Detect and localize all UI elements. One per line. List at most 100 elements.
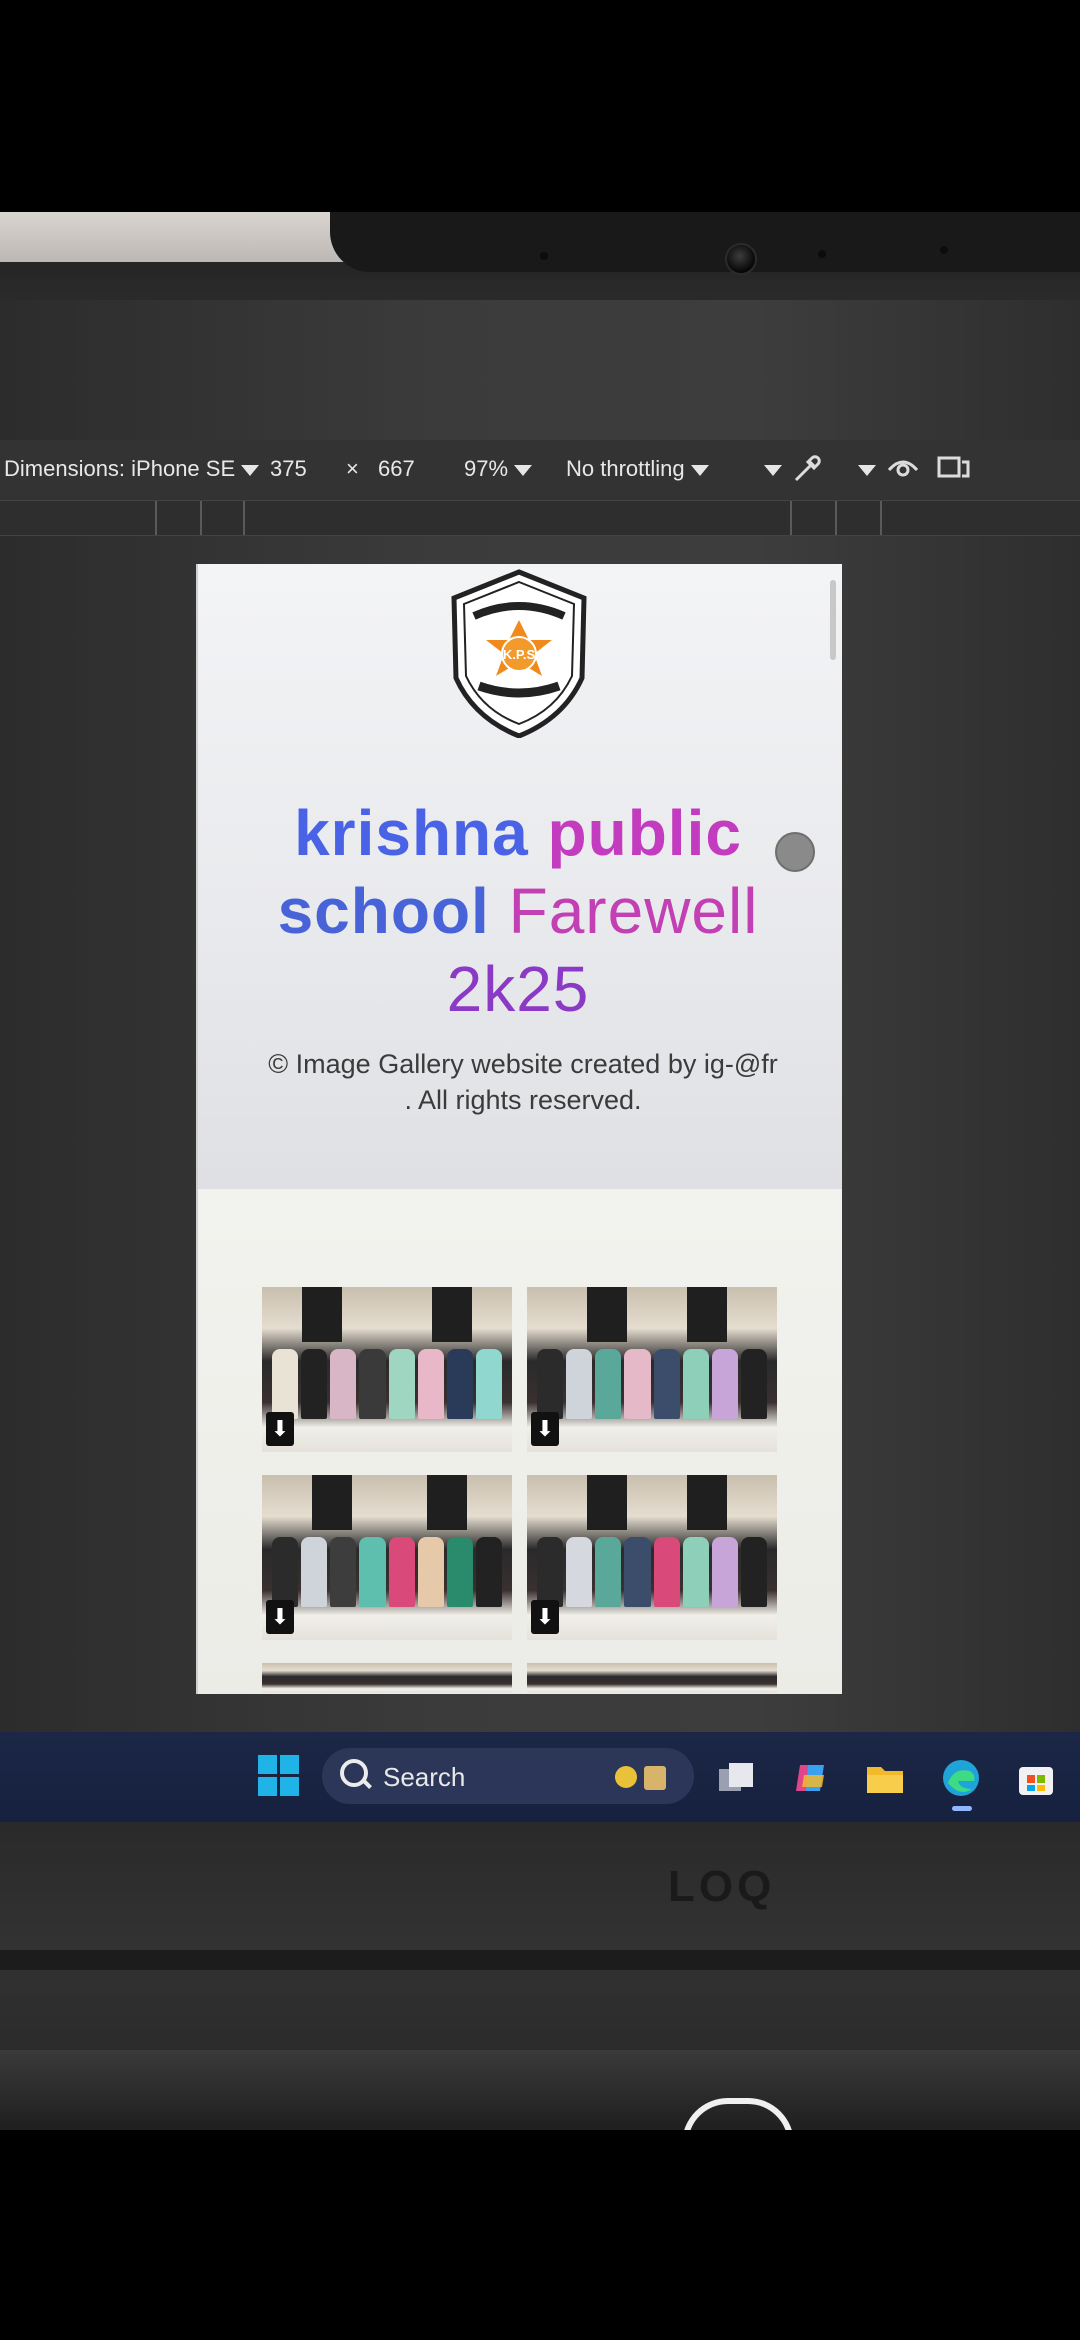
title-word: school [277, 875, 490, 947]
person [388, 1537, 415, 1607]
ruler-tick [880, 501, 882, 535]
edge-browser-icon[interactable] [940, 1757, 982, 1799]
start-tile [280, 1755, 299, 1774]
dimensions-dropdown[interactable]: Dimensions: iPhone SE [4, 456, 260, 482]
copyright-line: . All rights reserved. [404, 1085, 642, 1115]
width-input[interactable]: 375 [270, 456, 307, 482]
person [624, 1349, 651, 1419]
person [682, 1537, 709, 1607]
photo-frame: Dimensions: iPhone SE 375 × 667 97% No t… [0, 0, 1080, 2340]
person [330, 1349, 357, 1419]
person [653, 1349, 680, 1419]
letterbox-bottom [0, 2130, 1080, 2340]
ruler-tick [200, 501, 202, 535]
active-app-indicator [952, 1806, 972, 1811]
gallery-image[interactable]: ⬇ [527, 1475, 777, 1640]
stage-pillar [587, 1475, 627, 1530]
gallery-image[interactable] [527, 1663, 777, 1693]
chevron-down-icon [241, 464, 260, 476]
person [417, 1537, 444, 1607]
person [359, 1349, 386, 1419]
gallery-image[interactable] [262, 1663, 512, 1693]
logo-lettering: K.P.S [503, 647, 536, 662]
person [475, 1349, 502, 1419]
sensors-dropdown[interactable] [852, 456, 876, 482]
school-logo: K.P.S [451, 569, 587, 738]
gallery-image[interactable]: ⬇ [262, 1475, 512, 1640]
laptop-brand-logo: LOQ [668, 1862, 776, 1911]
person [595, 1349, 622, 1419]
zoom-dropdown[interactable]: 97% [464, 456, 533, 482]
stage-pillar [587, 1287, 627, 1342]
gallery-image[interactable]: ⬇ [527, 1287, 777, 1452]
zoom-label: 97% [464, 456, 509, 481]
download-icon[interactable]: ⬇ [531, 1600, 559, 1634]
person [711, 1537, 738, 1607]
throttling-label: No throttling [566, 456, 685, 481]
person [475, 1537, 502, 1607]
page-scrollbar[interactable] [830, 580, 836, 660]
task-view-icon[interactable] [715, 1757, 757, 1799]
search-highlight-icon [615, 1766, 666, 1790]
bezel-top-edge [330, 212, 1080, 272]
devtools-media-query-bar [0, 500, 1080, 536]
ruler-tick [790, 501, 792, 535]
stage-pillar [432, 1287, 472, 1342]
eye-icon[interactable] [886, 452, 920, 489]
chevron-down-icon [858, 464, 876, 476]
dimension-separator: × [346, 456, 359, 481]
download-icon[interactable]: ⬇ [531, 1412, 559, 1446]
title-word: krishna [294, 797, 529, 869]
more-options-dropdown[interactable] [758, 456, 782, 482]
person [537, 1537, 564, 1607]
start-tile [258, 1755, 277, 1774]
copyright-notice: © Image Gallery website created by ig-@f… [228, 1046, 818, 1118]
sensor-dot [818, 250, 826, 258]
person [388, 1349, 415, 1419]
stage-pillar [312, 1475, 352, 1530]
stage-pillar [427, 1475, 467, 1530]
download-icon[interactable]: ⬇ [266, 1412, 294, 1446]
photo-background [262, 1663, 512, 1693]
copyright-line: © Image Gallery website created by ig-@f… [268, 1049, 778, 1079]
search-label: Search [383, 1762, 466, 1792]
person [417, 1349, 444, 1419]
rotate-device-icon[interactable] [936, 452, 972, 489]
ruler-tick [243, 501, 245, 535]
start-tile [258, 1777, 277, 1796]
cursor-touch-indicator [775, 832, 815, 872]
microsoft-store-icon[interactable] [1015, 1757, 1057, 1799]
page-title: krishna public school Farewell 2k25 [238, 794, 798, 1028]
windows-start-icon[interactable] [258, 1755, 300, 1797]
person [301, 1349, 328, 1419]
search-icon [340, 1759, 368, 1787]
letterbox-top [0, 0, 1080, 212]
file-explorer-icon[interactable] [864, 1757, 906, 1799]
person [301, 1537, 328, 1607]
person [272, 1537, 299, 1607]
person [566, 1537, 593, 1607]
eyedropper-icon[interactable] [790, 452, 824, 493]
group-of-people [272, 1349, 502, 1419]
page-header: K.P.S krishna public school Farewell 2k2… [198, 564, 842, 1189]
person [359, 1537, 386, 1607]
person [446, 1537, 473, 1607]
chevron-down-icon [764, 464, 782, 476]
throttling-dropdown[interactable]: No throttling [566, 456, 709, 482]
height-input[interactable]: 667 [378, 456, 415, 482]
download-icon[interactable]: ⬇ [266, 1600, 294, 1634]
person [537, 1349, 564, 1419]
person [653, 1537, 680, 1607]
webcam [725, 243, 757, 275]
person [595, 1537, 622, 1607]
person [740, 1537, 767, 1607]
gallery-image[interactable]: ⬇ [262, 1287, 512, 1452]
sensor-dot [940, 246, 948, 254]
title-word: 2k25 [446, 953, 590, 1025]
start-tile [280, 1777, 299, 1796]
title-word: Farewell [508, 875, 759, 947]
copilot-icon[interactable] [790, 1757, 832, 1799]
group-of-people [537, 1537, 767, 1607]
person [740, 1349, 767, 1419]
ruler-tick [155, 501, 157, 535]
